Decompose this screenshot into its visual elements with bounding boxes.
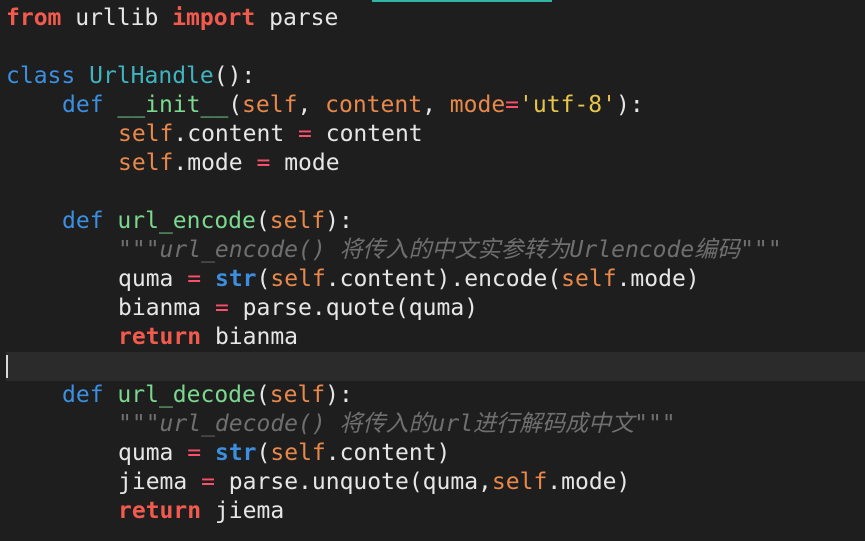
- def-tail: ):: [325, 382, 353, 408]
- self-ref: self: [118, 150, 174, 176]
- attr: .mode: [173, 150, 257, 176]
- code-line-3[interactable]: class UrlHandle():: [6, 62, 865, 91]
- code-line-5[interactable]: self.content = content: [6, 120, 865, 149]
- code-line-15[interactable]: """url_decode() 将传入的url进行解码成中文""": [6, 410, 865, 439]
- code-line-6[interactable]: self.mode = mode: [6, 149, 865, 178]
- code-line-16[interactable]: quma = str(self.content): [6, 439, 865, 468]
- param-content: content: [325, 92, 423, 118]
- variable: quma: [118, 266, 188, 292]
- keyword-return: return: [118, 324, 202, 350]
- class-tail: ():: [213, 63, 256, 89]
- code-line-17[interactable]: jiema = parse.unquote(quma,self.mode): [6, 468, 865, 497]
- builtin-str: str: [214, 266, 257, 292]
- code-line-10[interactable]: quma = str(self.content).encode(self.mod…: [6, 265, 865, 294]
- param-self: self: [269, 382, 326, 408]
- variable: quma: [118, 440, 188, 466]
- code-line-7[interactable]: [6, 178, 865, 207]
- param-self: self: [242, 92, 298, 118]
- keyword-def: def: [62, 208, 104, 234]
- keyword-def: def: [62, 92, 104, 118]
- expr-end: .mode): [616, 266, 700, 292]
- code-line-9[interactable]: """url_encode() 将传入的中文实参转为Urlencode编码""": [6, 236, 865, 265]
- paren: (: [255, 208, 270, 234]
- code-editor[interactable]: from urllib import parse class UrlHandle…: [0, 0, 865, 541]
- operator-assign: =: [201, 469, 215, 495]
- code-line-13-current[interactable]: [6, 352, 865, 381]
- expr: parse.quote(quma): [228, 295, 479, 321]
- variable: bianma: [118, 295, 215, 321]
- operator-assign: =: [298, 121, 312, 147]
- code-line-14[interactable]: def url_decode(self):: [6, 381, 865, 410]
- attr: .content: [173, 121, 299, 147]
- return-value: jiema: [201, 498, 285, 524]
- paren: (: [228, 92, 243, 118]
- keyword-import: import: [172, 5, 256, 31]
- code-line-4[interactable]: def __init__(self, content, mode='utf-8'…: [6, 91, 865, 120]
- text-cursor: [6, 355, 8, 378]
- variable: jiema: [118, 469, 202, 495]
- docstring: """url_encode() 将传入的中文实参转为Urlencode编码""": [118, 237, 782, 263]
- function-name: __init__: [117, 92, 229, 118]
- code-line-12[interactable]: return bianma: [6, 323, 865, 352]
- value: mode: [270, 150, 340, 176]
- keyword-def: def: [62, 382, 104, 408]
- code-line-2[interactable]: [6, 33, 865, 62]
- self-ref: self: [491, 469, 548, 495]
- keyword-from: from: [6, 5, 62, 31]
- comma: ,: [297, 92, 326, 118]
- code-line-8[interactable]: def url_encode(self):: [6, 207, 865, 236]
- self-ref: self: [561, 266, 617, 292]
- code-area[interactable]: from urllib import parse class UrlHandle…: [6, 4, 865, 526]
- self-ref: self: [270, 440, 326, 466]
- code-line-11[interactable]: bianma = parse.quote(quma): [6, 294, 865, 323]
- imported-name: parse: [255, 5, 339, 31]
- comma: ,: [422, 92, 450, 118]
- code-line-1[interactable]: from urllib import parse: [6, 4, 865, 33]
- return-value: bianma: [201, 324, 299, 350]
- class-name: UrlHandle: [89, 63, 214, 89]
- def-tail: ):: [325, 208, 353, 234]
- code-line-18[interactable]: return jiema: [6, 497, 865, 526]
- builtin-str: str: [214, 440, 257, 466]
- operator-assign: =: [187, 266, 202, 292]
- keyword-return: return: [118, 498, 202, 524]
- operator-assign: =: [505, 92, 520, 118]
- operator-assign: =: [256, 150, 271, 176]
- expr-end: .mode): [547, 469, 631, 495]
- param-self: self: [269, 208, 326, 234]
- expr: parse.unquote(quma,: [214, 469, 492, 495]
- self-ref: self: [270, 266, 326, 292]
- active-tab-indicator: [372, 0, 552, 2]
- function-name: url_encode: [117, 208, 256, 234]
- paren: (: [256, 440, 271, 466]
- self-ref: self: [118, 121, 174, 147]
- paren: (: [256, 266, 271, 292]
- expr-end: .content): [325, 440, 451, 466]
- string-literal: 'utf-8': [519, 92, 616, 118]
- value: content: [311, 121, 423, 147]
- docstring: """url_decode() 将传入的url进行解码成中文""": [118, 411, 676, 437]
- expr-middle: .content).encode(: [325, 266, 562, 292]
- def-tail: ):: [615, 92, 644, 118]
- paren: (: [255, 382, 270, 408]
- operator-assign: =: [187, 440, 202, 466]
- param-mode: mode: [449, 92, 506, 118]
- function-name: url_decode: [117, 382, 256, 408]
- operator-assign: =: [214, 295, 229, 321]
- keyword-class: class: [6, 63, 76, 89]
- module-name: urllib: [61, 5, 173, 31]
